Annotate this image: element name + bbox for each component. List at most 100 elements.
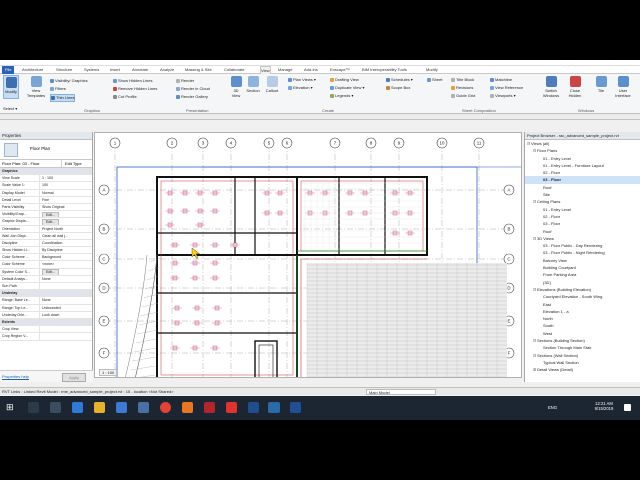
property-value[interactable]: <none> xyxy=(40,261,92,267)
app-red-icon[interactable] xyxy=(226,402,237,413)
property-row[interactable]: Visibility/Grap... Edit... xyxy=(0,211,92,219)
browser-view-item[interactable]: From Parking Area xyxy=(525,271,640,278)
browser-view-item[interactable]: Typical Wall Section xyxy=(525,359,640,366)
duplicate-view-button[interactable]: Duplicate View ▾ xyxy=(330,85,365,91)
property-value[interactable] xyxy=(40,326,92,332)
sheet-button[interactable]: Sheet xyxy=(427,77,442,83)
scope-box-button[interactable]: Scope Box xyxy=(386,85,410,91)
property-value[interactable] xyxy=(40,333,92,339)
property-value[interactable]: Edit... xyxy=(40,211,92,218)
render-gallery-button[interactable]: Render Gallery xyxy=(176,94,208,100)
guide-grid-button[interactable]: Guide Grid xyxy=(451,93,475,99)
edge-icon[interactable] xyxy=(72,402,83,413)
tab-insert[interactable]: Insert xyxy=(110,66,120,74)
edit-button[interactable]: Edit... xyxy=(42,211,60,218)
property-row[interactable]: Wall Join Displ... Clean all wall j... xyxy=(0,232,92,240)
browser-view-item[interactable]: Site xyxy=(525,191,640,198)
property-value[interactable]: Unbounded xyxy=(40,305,92,311)
property-row[interactable]: Crop Region V... xyxy=(0,333,92,341)
edit-button[interactable]: Edit... xyxy=(42,269,60,275)
browser-view-item[interactable]: North xyxy=(525,315,640,322)
language-indicator[interactable]: ENG xyxy=(548,405,557,410)
title-block-button[interactable]: Title Block xyxy=(451,77,474,83)
browser-folder[interactable]: ⊞Detail Views (Detail) xyxy=(525,366,640,373)
clock[interactable]: 12:21 AM 9/15/2019 xyxy=(588,401,620,411)
drawing-area[interactable]: 1 2 3 4 5 6 7 8 9 10 11 A A B B C C D D E E F F 1 : 100 xyxy=(94,132,522,378)
property-value[interactable]: 100 xyxy=(40,182,92,188)
browser-view-item[interactable]: 03 - Floor Public - Day Rendering xyxy=(525,242,640,249)
tab-bim-interoperability-tools[interactable]: BIM Interoperability Tools xyxy=(362,66,407,74)
browser-view-item[interactable]: 01 - Entry Level - Furniture Layout xyxy=(525,162,640,169)
remove-hidden-lines-button[interactable]: Remove Hidden Lines xyxy=(113,86,157,92)
property-row[interactable]: Default Analys... None xyxy=(0,275,92,283)
thin-lines-button[interactable]: Thin Lines xyxy=(50,94,76,102)
windows-start-icon[interactable]: ⊞ xyxy=(6,402,17,413)
tab-annotate[interactable]: Annotate xyxy=(132,66,148,74)
browser-folder[interactable]: ⊟Ceiling Plans xyxy=(525,198,640,205)
property-value[interactable]: By Discipline xyxy=(40,247,92,253)
edit-button[interactable]: Edit... xyxy=(42,218,60,225)
property-value[interactable]: Project North xyxy=(40,226,92,232)
property-row[interactable]: Sun Path xyxy=(0,283,92,291)
property-value[interactable]: Look down xyxy=(40,312,92,318)
revit-icon[interactable] xyxy=(268,402,280,413)
property-row[interactable]: Color Scheme <none> xyxy=(0,261,92,269)
matchline-button[interactable]: Matchline xyxy=(490,77,512,83)
property-value[interactable]: Background xyxy=(40,254,92,260)
browser-folder[interactable]: ⊟Floor Plans xyxy=(525,147,640,154)
property-row[interactable]: Display Model Normal xyxy=(0,189,92,197)
browser-view-item[interactable]: 02 - Floor xyxy=(525,169,640,176)
property-value[interactable]: Fine xyxy=(40,197,92,203)
browser-view-item[interactable]: 02 - Floor xyxy=(525,213,640,220)
notifications-icon[interactable] xyxy=(624,404,631,411)
browser-folder[interactable]: ⊟Sections (Wall Section) xyxy=(525,352,640,359)
browser-view-item[interactable]: Courtyard Elevation - South Wing xyxy=(525,293,640,300)
property-row[interactable]: Discipline Coordination xyxy=(0,239,92,248)
property-value[interactable]: None xyxy=(40,297,92,303)
property-row[interactable]: Scale Value 1: 100 xyxy=(0,182,92,190)
tab-add-ins[interactable]: Add-Ins xyxy=(304,66,318,74)
property-row[interactable]: Underlay Orie... Look down xyxy=(0,311,92,319)
modify-button[interactable]: Modify xyxy=(3,75,19,99)
browser-view-item[interactable]: 01 - Entry Level xyxy=(525,206,640,213)
close-hidden-button[interactable]: Close Hidden xyxy=(564,76,586,98)
browser-folder[interactable]: ⊟Sections (Building Section) xyxy=(525,337,640,344)
acrobat-icon[interactable] xyxy=(204,402,215,413)
filters-button[interactable]: Filters xyxy=(50,86,66,92)
browser-view-item[interactable]: South xyxy=(525,322,640,329)
property-value[interactable]: Normal xyxy=(40,190,92,196)
task-view-icon[interactable] xyxy=(50,402,61,413)
store-icon[interactable] xyxy=(116,402,127,413)
property-row[interactable]: View Scale 1 : 100 xyxy=(0,175,92,183)
tab-modify[interactable]: Modify xyxy=(426,66,438,74)
instance-selector[interactable]: Floor Plan: 03 - Floor xyxy=(0,160,62,167)
plan-views-button[interactable]: Plan Views ▾ xyxy=(288,77,316,83)
tile-button[interactable]: Tile xyxy=(590,76,612,93)
property-row[interactable]: Graphic Displa... Edit... xyxy=(0,218,92,226)
browser-view-item[interactable]: 03 - Floor xyxy=(525,176,640,184)
type-selector[interactable]: Floor Plan xyxy=(0,140,92,160)
property-row[interactable]: Color Scheme ... Background xyxy=(0,254,92,262)
property-row[interactable]: Parts Visibility Show Original xyxy=(0,203,92,212)
3d-view-button[interactable]: 3D View xyxy=(229,76,243,98)
browser-view-item[interactable]: Roof xyxy=(525,228,640,235)
view-templates-button[interactable]: View Templates xyxy=(26,76,46,98)
property-value[interactable]: None xyxy=(40,276,92,282)
switch-windows-button[interactable]: Switch Windows xyxy=(540,76,562,98)
file-explorer-icon[interactable] xyxy=(94,402,105,413)
tab-manage[interactable]: Manage xyxy=(278,66,292,74)
property-row[interactable]: Orientation Project North xyxy=(0,225,92,233)
properties-help-link[interactable]: Properties help xyxy=(2,374,29,379)
browser-view-item[interactable]: Section Through Main Stair xyxy=(525,344,640,351)
property-row[interactable]: Range: Top Le... Unbounded xyxy=(0,304,92,312)
property-row[interactable]: Crop View xyxy=(0,326,92,334)
view-scale-control[interactable]: 1 : 100 xyxy=(99,369,118,376)
callout-button[interactable]: Callout xyxy=(264,76,280,93)
property-value[interactable]: Clean all wall j... xyxy=(40,233,92,239)
browser-view-item[interactable]: 03 - Floor Public - Night Rendering xyxy=(525,249,640,256)
cut-profile-button[interactable]: Cut Profile xyxy=(113,94,137,100)
visibility-graphics-button[interactable]: Visibility/ Graphics xyxy=(50,78,88,84)
drafting-view-button[interactable]: Drafting View xyxy=(330,77,359,83)
tab-file[interactable]: File xyxy=(2,66,15,74)
property-category[interactable]: Extents xyxy=(0,318,92,327)
